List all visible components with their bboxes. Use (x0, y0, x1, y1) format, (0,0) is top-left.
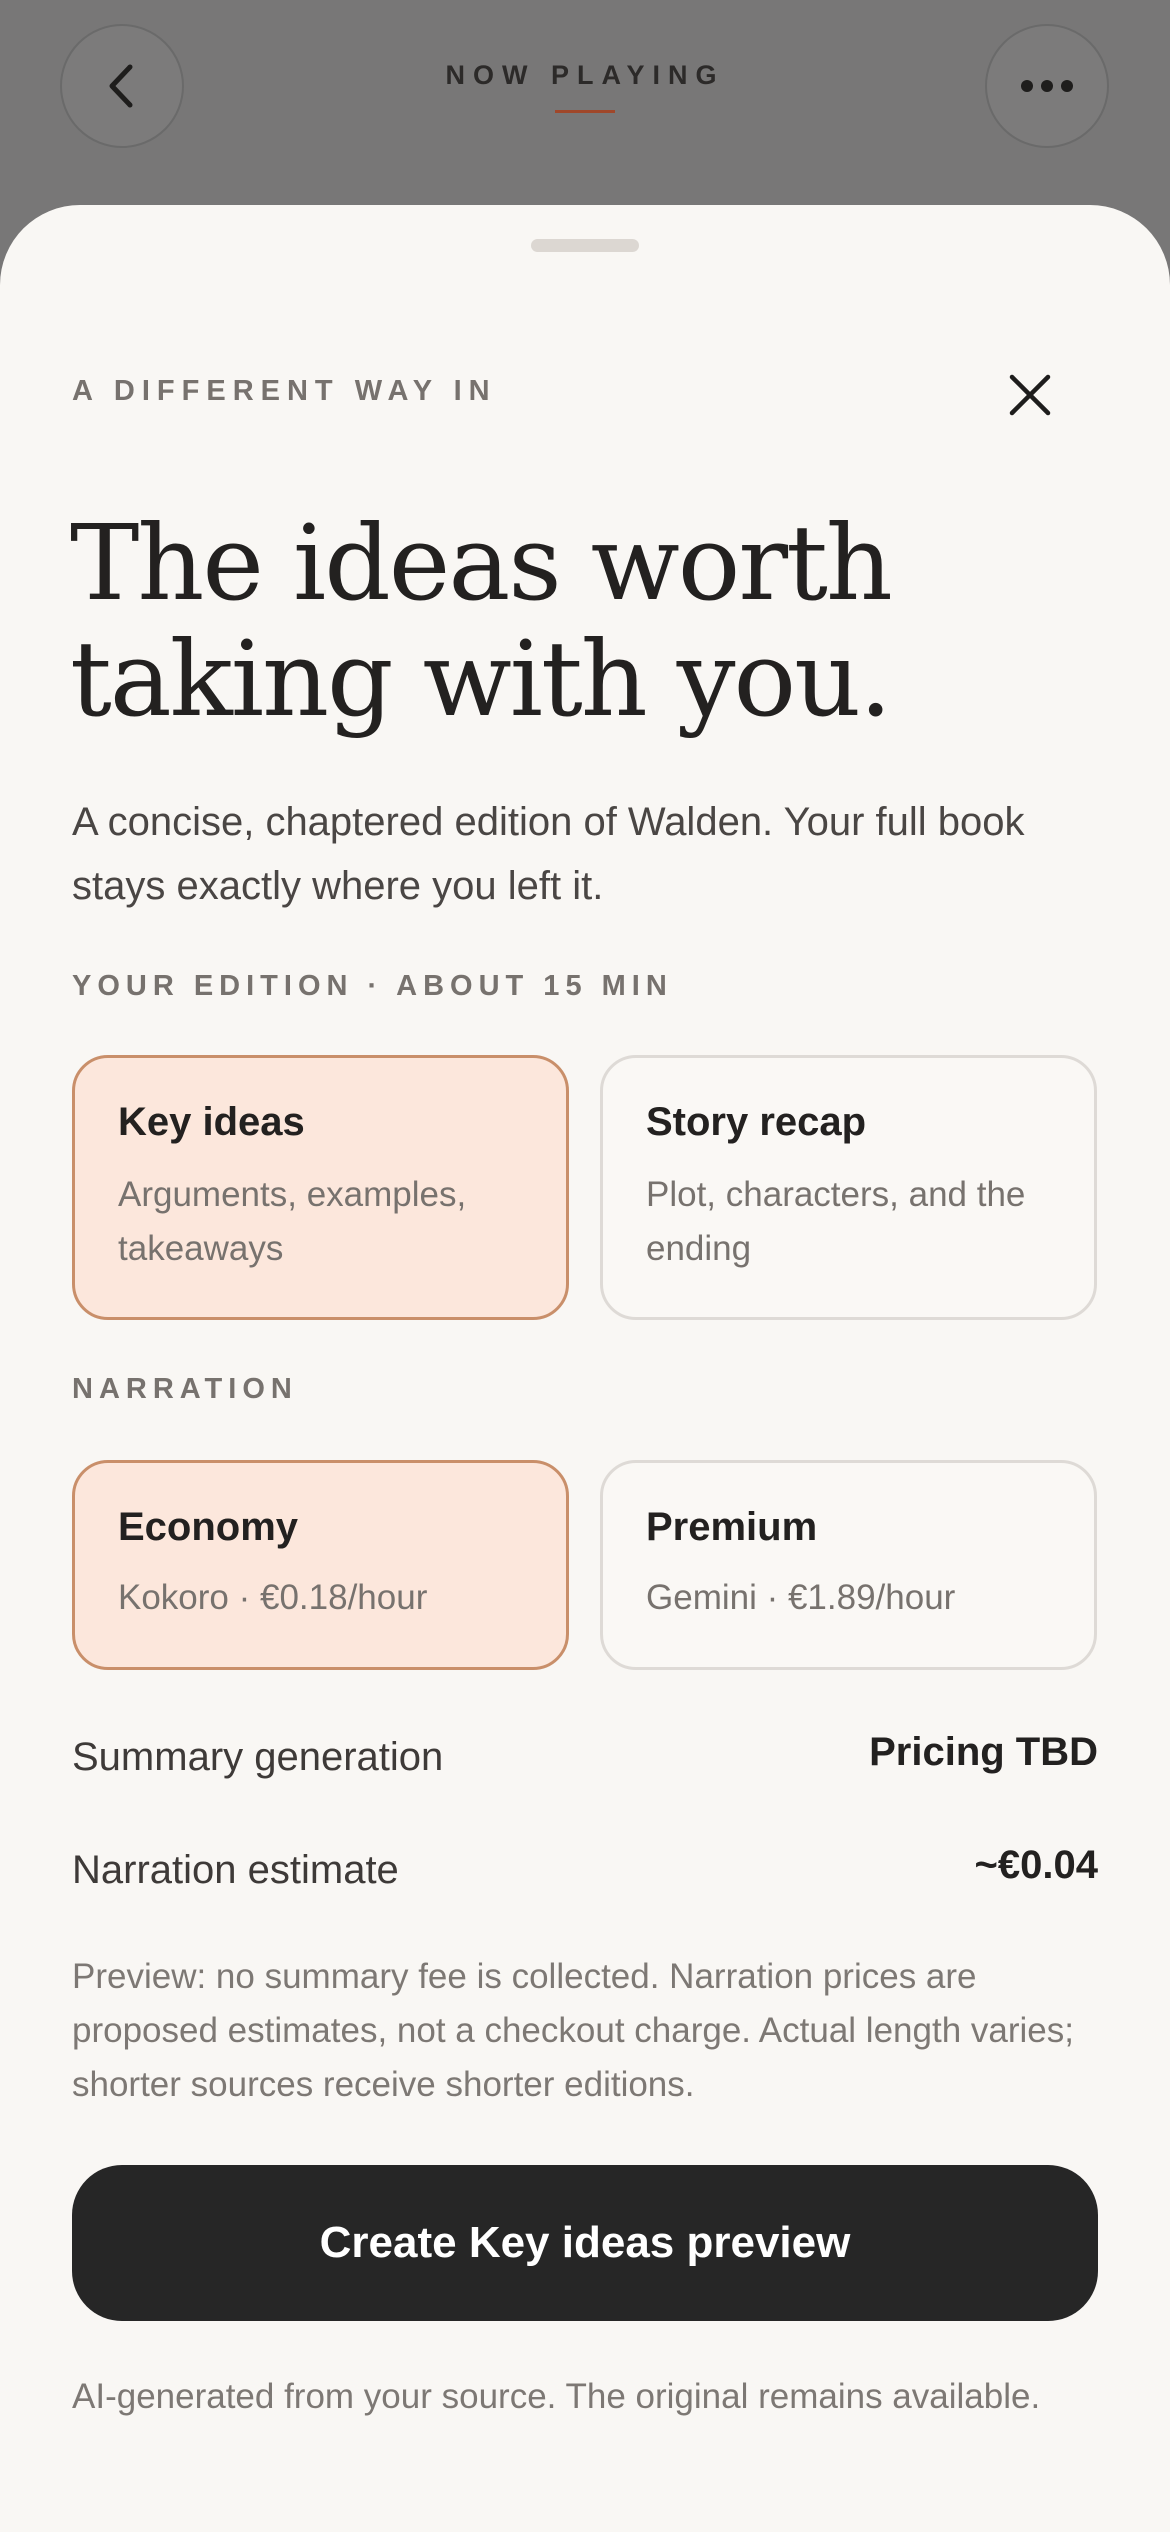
headline-line-1: The ideas worth (70, 502, 893, 624)
option-description: Kokoro · €0.18/hour (118, 1578, 428, 1617)
close-button[interactable] (990, 355, 1070, 435)
narration-option-economy[interactable]: Economy Kokoro · €0.18/hour (72, 1460, 569, 1670)
option-title: Economy (118, 1505, 299, 1549)
ai-generated-footnote: AI-generated from your source. The origi… (72, 2377, 1041, 2416)
option-title: Story recap (646, 1100, 867, 1144)
edition-option-key-ideas[interactable]: Key ideas Arguments, examples, takeaways (72, 1055, 569, 1320)
close-icon (1009, 374, 1051, 416)
more-options-button[interactable] (985, 24, 1109, 148)
narration-estimate-label: Narration estimate (72, 1848, 399, 1892)
summary-generation-value: Pricing TBD (869, 1730, 1098, 1774)
sheet-drag-handle[interactable] (531, 239, 639, 252)
edition-option-story-recap[interactable]: Story recap Plot, characters, and the en… (600, 1055, 1097, 1320)
sheet-subtitle: A concise, chaptered edition of Walden. … (72, 800, 1025, 908)
narration-estimate-value: ~€0.04 (974, 1843, 1098, 1887)
summary-generation-label: Summary generation (72, 1735, 444, 1779)
option-title: Key ideas (118, 1100, 305, 1144)
option-description: Plot, characters, and the ending (646, 1175, 1026, 1268)
headline-line-2: taking with you. (70, 618, 892, 740)
ellipsis-icon (1021, 80, 1073, 92)
pricing-disclaimer: Preview: no summary fee is collected. Na… (72, 1957, 1074, 2104)
option-description: Arguments, examples, takeaways (118, 1175, 467, 1268)
header-accent-underline (555, 110, 615, 113)
narration-option-premium[interactable]: Premium Gemini · €1.89/hour (600, 1460, 1097, 1670)
sheet-eyebrow: A DIFFERENT WAY IN (72, 375, 497, 407)
option-description: Gemini · €1.89/hour (646, 1578, 956, 1617)
option-title: Premium (646, 1505, 818, 1549)
sheet-headline: The ideas worth taking with you. (70, 505, 1070, 737)
narration-section-label: NARRATION (72, 1373, 298, 1405)
summary-sheet: A DIFFERENT WAY IN The ideas worth takin… (0, 205, 1170, 2532)
create-preview-button[interactable]: Create Key ideas preview (72, 2165, 1098, 2321)
now-playing-header: NOW PLAYING (0, 0, 1170, 205)
edition-section-label: YOUR EDITION · ABOUT 15 MIN (72, 970, 673, 1002)
